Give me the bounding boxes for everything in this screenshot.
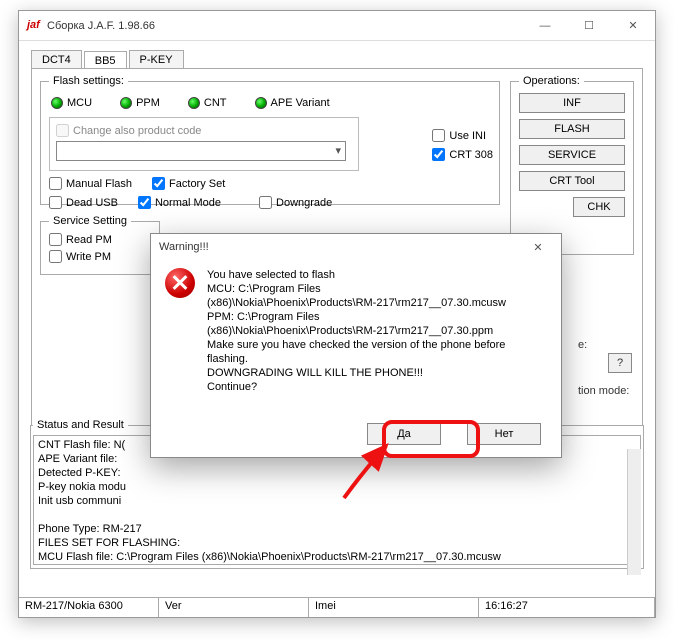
tab-dct4[interactable]: DCT4 [31, 50, 82, 69]
ppm-checkbox[interactable]: PPM [120, 97, 160, 109]
ape-checkbox[interactable]: APE Variant [255, 97, 330, 109]
tab-pkey[interactable]: P-KEY [129, 50, 184, 69]
flash-button[interactable]: FLASH [519, 119, 625, 139]
status-legend: Status and Result [33, 419, 128, 431]
led-icon [120, 97, 132, 109]
window-title: Сборка J.A.F. 1.98.66 [47, 20, 523, 32]
read-pm-checkbox[interactable]: Read PM [49, 233, 151, 246]
dialog-titlebar[interactable]: Warning!!! ✕ [151, 234, 561, 260]
mcu-checkbox[interactable]: MCU [51, 97, 92, 109]
close-button[interactable]: ✕ [611, 12, 655, 40]
minimize-button[interactable]: — [523, 12, 567, 40]
status-bar: RM-217/Nokia 6300 Ver Imei 16:16:27 [19, 597, 655, 617]
factory-set-checkbox[interactable]: Factory Set [152, 177, 225, 190]
product-code-dropdown[interactable] [56, 141, 346, 161]
tab-strip: DCT4 BB5 P-KEY [31, 47, 643, 69]
status-phone: RM-217/Nokia 6300 [19, 598, 159, 617]
maximize-button[interactable]: ☐ [567, 12, 611, 40]
dialog-no-button[interactable]: Нет [467, 423, 541, 445]
dialog-yes-button[interactable]: Да [367, 423, 441, 445]
dialog-title: Warning!!! [159, 241, 523, 253]
scrollbar[interactable] [627, 449, 641, 575]
crt-tool-button[interactable]: CRT Tool [519, 171, 625, 191]
service-button[interactable]: SERVICE [519, 145, 625, 165]
dead-usb-checkbox[interactable]: Dead USB [49, 196, 118, 209]
service-settings-group: Service Setting Read PM Write PM [40, 215, 160, 275]
operations-legend: Operations: [519, 75, 584, 87]
titlebar[interactable]: jaf Сборка J.A.F. 1.98.66 — ☐ ✕ [19, 11, 655, 41]
partial-label: e: [578, 339, 587, 351]
warning-dialog: Warning!!! ✕ You have selected to flash … [150, 233, 562, 458]
manual-flash-checkbox[interactable]: Manual Flash [49, 177, 132, 190]
dialog-message: You have selected to flash MCU: C:\Progr… [207, 268, 506, 394]
write-pm-checkbox[interactable]: Write PM [49, 250, 151, 263]
operations-group: Operations: INF FLASH SERVICE CRT Tool C… [510, 75, 634, 255]
cnt-checkbox[interactable]: CNT [188, 97, 227, 109]
status-imei: Imei [309, 598, 479, 617]
status-ver: Ver [159, 598, 309, 617]
chk-button[interactable]: CHK [573, 197, 625, 217]
dialog-close-button[interactable]: ✕ [523, 241, 553, 254]
led-icon [51, 97, 63, 109]
service-settings-legend: Service Setting [49, 215, 131, 227]
change-product-code-checkbox[interactable]: Change also product code [56, 124, 352, 137]
partial-label-mode: tion mode: [578, 385, 629, 397]
flash-settings-legend: Flash settings: [49, 75, 128, 87]
use-ini-checkbox[interactable]: Use INI [432, 129, 493, 142]
led-icon [188, 97, 200, 109]
error-icon [165, 268, 195, 298]
status-time: 16:16:27 [479, 598, 655, 617]
help-button[interactable]: ? [608, 353, 632, 373]
inf-button[interactable]: INF [519, 93, 625, 113]
led-icon [255, 97, 267, 109]
flash-settings-group: Flash settings: MCU PPM CNT APE Variant … [40, 75, 500, 205]
downgrade-checkbox[interactable]: Downgrade [259, 196, 332, 209]
normal-mode-checkbox[interactable]: Normal Mode [138, 196, 221, 209]
crt308-checkbox[interactable]: CRT 308 [432, 148, 493, 161]
app-icon: jaf [27, 19, 41, 33]
